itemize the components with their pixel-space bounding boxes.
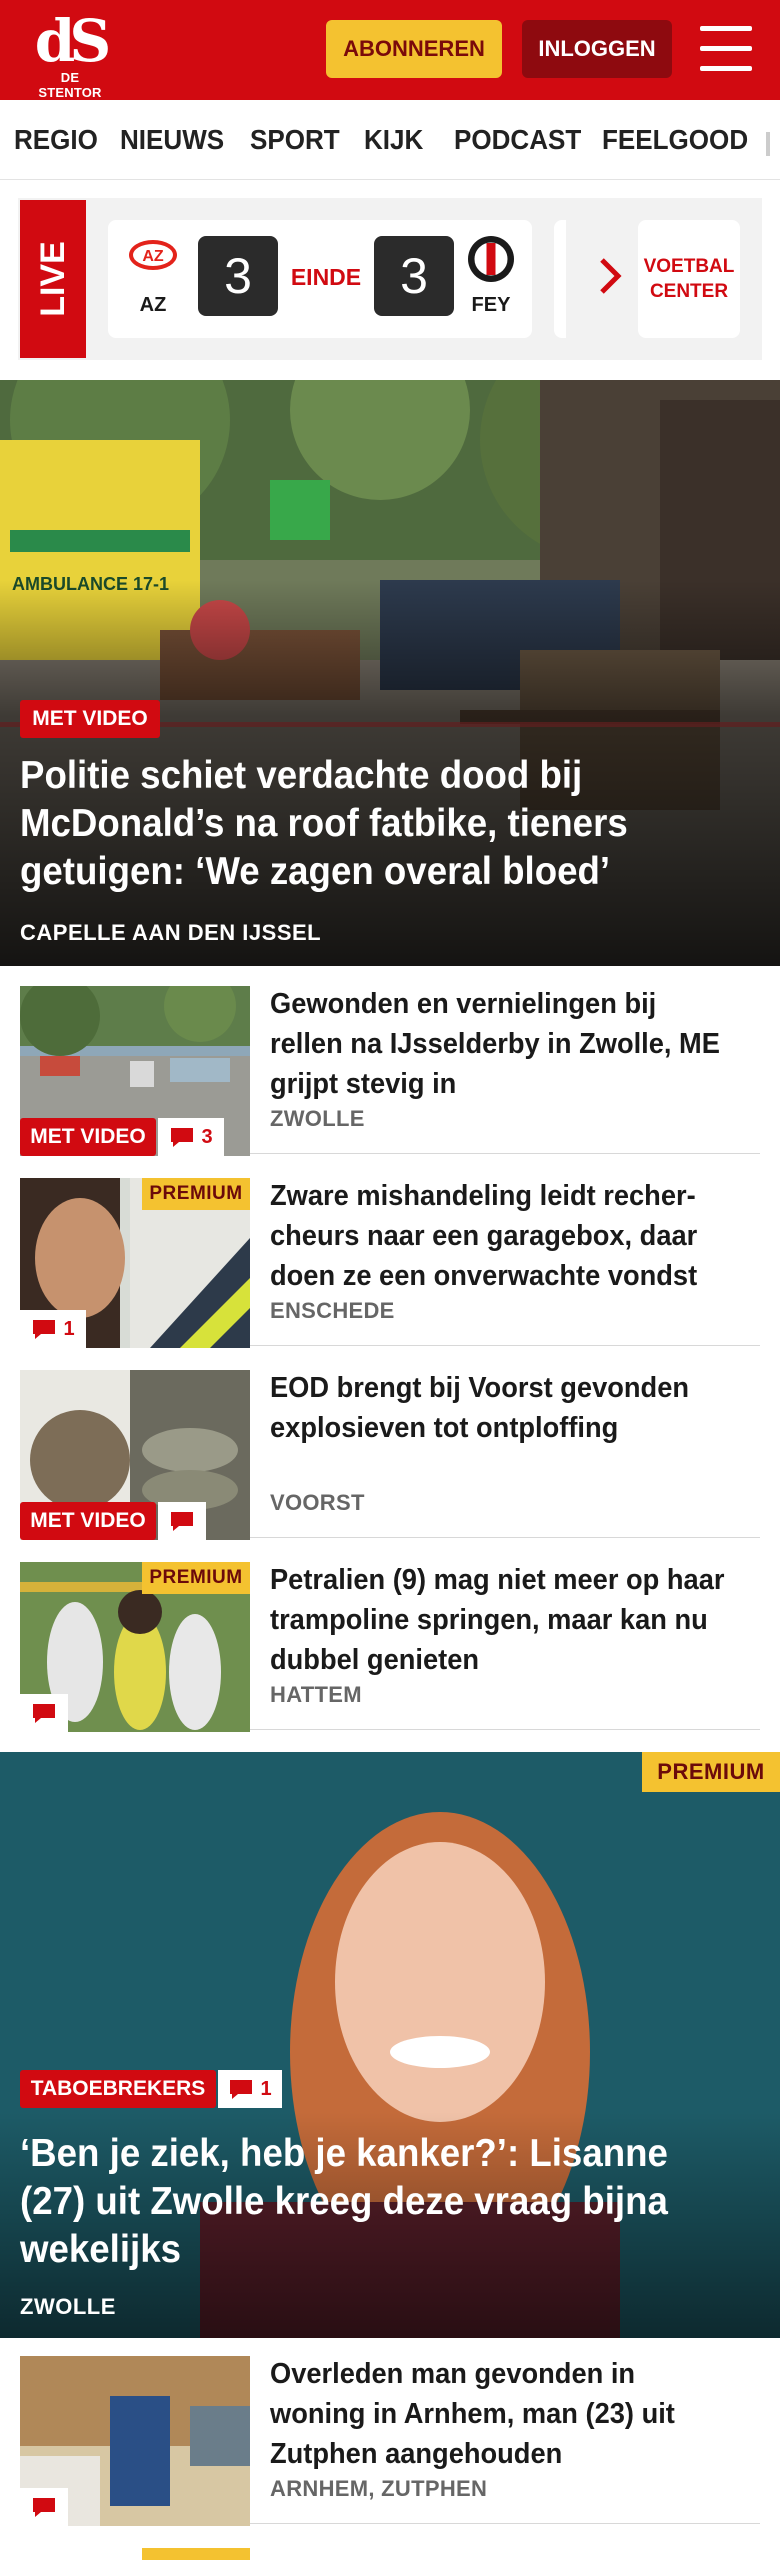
video-tag: MET VIDEO [20, 1118, 156, 1156]
voetbal-center-label: VOETBAL CENTER [643, 256, 735, 302]
away-team-name: FEY [471, 294, 511, 316]
article-title[interactable]: Petralien (9) mag niet meer op haar tram… [270, 1560, 725, 1680]
home-score: 3 [198, 236, 278, 316]
comment-count[interactable]: 1 [218, 2070, 282, 2108]
comment-icon [33, 2498, 55, 2517]
live-label-text: LIVE [33, 241, 72, 317]
home-team-name: AZ [139, 294, 167, 316]
comment-icon [230, 2080, 253, 2099]
article-title[interactable]: Overleden man gevonden in woning in Arnh… [270, 2354, 725, 2474]
live-label: LIVE [20, 200, 86, 358]
list-item[interactable]: MET VIDEO EOD brengt bij Voorst gevonden… [20, 1364, 760, 1540]
list-item[interactable]: Overleden man gevonden in woning in Arnh… [20, 2350, 760, 2526]
premium-tag: PREMIUM [142, 1178, 250, 1210]
article-location: ENSCHEDE [270, 1298, 395, 1323]
premium-tag: PREMIUM [142, 1562, 250, 1594]
list-item[interactable]: PREMIUM 1 Zware mishandeling leidt reche… [20, 1172, 760, 1348]
comment-count[interactable]: 1 [20, 1310, 86, 1348]
comment-icon [33, 1704, 55, 1723]
comment-count-value: 1 [63, 1317, 75, 1340]
logo-mark: dS [34, 7, 111, 75]
nav-item-kijk[interactable]: KIJK [364, 124, 423, 156]
feyenoord-logo-icon [468, 236, 514, 282]
article-location: ZWOLLE [270, 1106, 365, 1131]
hero-location: CAPELLE AAN DEN IJSSEL [20, 920, 322, 945]
site-logo[interactable]: dS DE STENTOR [28, 7, 112, 100]
menu-icon[interactable] [700, 26, 752, 72]
feature-title[interactable]: ‘Ben je ziek, heb je kanker?’: Lisanne (… [20, 2130, 716, 2274]
article-location: HATTEM [270, 1682, 362, 1707]
article-location: ARNHEM, ZUTPHEN [270, 2476, 488, 2501]
subscribe-button[interactable]: ABONNEREN [326, 20, 502, 78]
comment-icon [171, 1128, 194, 1147]
video-tag: MET VIDEO [20, 1502, 156, 1540]
match-card[interactable]: AZ AZ 3 EINDE 3 FEY [108, 220, 532, 338]
article-location: VOORST [270, 1490, 365, 1515]
comment-icon [33, 1320, 56, 1339]
hero-video-tag: MET VIDEO [20, 700, 160, 738]
feature-location: ZWOLLE [20, 2294, 116, 2319]
article-title[interactable]: EOD brengt bij Voorst gevonden explosiev… [270, 1368, 725, 1448]
chevron-right-icon[interactable] [592, 254, 628, 298]
voetbal-center-link[interactable]: VOETBAL CENTER [638, 220, 740, 338]
comment-button[interactable] [20, 1694, 68, 1732]
article-title[interactable]: Zware mishandeling leidt recher-cheurs n… [270, 1176, 725, 1296]
next-match-card[interactable] [554, 220, 566, 338]
comment-icon [171, 1512, 193, 1531]
feature-category-tag[interactable]: TABOEBREKERS [20, 2070, 216, 2108]
list-item[interactable]: PREMIUM Petralien (9) mag niet meer op h… [20, 1556, 760, 1732]
article-title[interactable]: Gewonden en vernielingen bij rellen na I… [270, 984, 725, 1104]
svg-text:AZ: AZ [142, 248, 164, 265]
az-logo-icon: AZ [129, 240, 177, 270]
premium-tag: PREMIUM [642, 1752, 780, 1792]
list-item[interactable]: MET VIDEO 3 Gewonden en vernielingen bij… [20, 980, 760, 1156]
nav-item-podcast[interactable]: PODCAST [454, 124, 581, 156]
login-button[interactable]: INLOGGEN [522, 20, 672, 78]
comment-count-value: 3 [201, 1125, 213, 1148]
nav-item-regio[interactable]: REGIO [14, 124, 98, 156]
section-nav: REGIO NIEUWS SPORT KIJK PODCAST FEELGOOD [0, 100, 780, 180]
nav-item-feelgood[interactable]: FEELGOOD [602, 124, 748, 156]
live-scores-bar: LIVE AZ AZ 3 EINDE 3 FEY VOETBAL CENTER [18, 198, 762, 360]
hero-article[interactable]: AMBULANCE 17-1 MET VIDEO Politie schiet … [0, 380, 780, 966]
away-score: 3 [374, 236, 454, 316]
match-status: EINDE [290, 264, 362, 290]
comment-count-value: 1 [260, 2077, 272, 2100]
next-premium-tag [142, 2548, 250, 2560]
nav-item-nieuws[interactable]: NIEUWS [120, 124, 224, 156]
nav-overflow-indicator [766, 132, 770, 156]
comment-button[interactable] [20, 2488, 68, 2526]
nav-item-sport[interactable]: SPORT [250, 124, 340, 156]
comment-button[interactable] [158, 1502, 206, 1540]
comment-count[interactable]: 3 [158, 1118, 224, 1156]
site-header: dS DE STENTOR ABONNEREN INLOGGEN [0, 0, 780, 100]
hero-title[interactable]: Politie schiet verdachte dood bij McDona… [20, 752, 697, 896]
